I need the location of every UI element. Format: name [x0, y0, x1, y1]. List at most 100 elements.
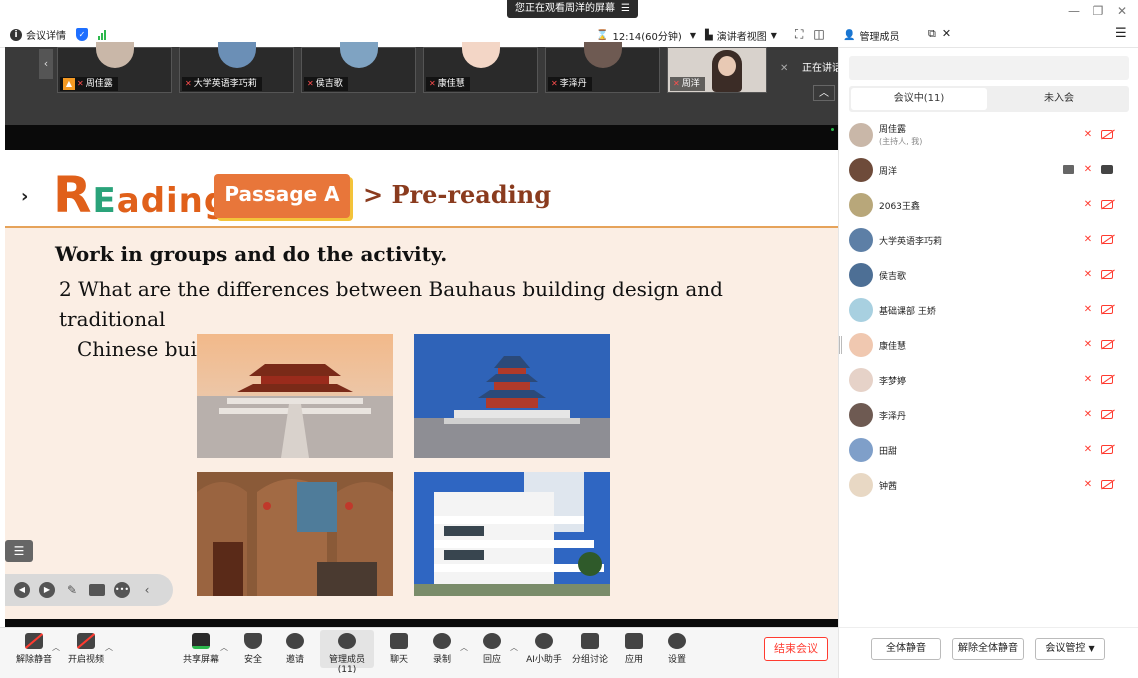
record-button[interactable]: 录制 [420, 633, 464, 665]
restore-icon[interactable]: ❐ [1088, 2, 1108, 20]
avatar [849, 158, 873, 182]
video-on-icon[interactable] [1101, 165, 1113, 174]
signal-icon[interactable] [98, 29, 106, 40]
participant-row[interactable]: 侯吉歌 ✕ [839, 258, 1138, 293]
mic-muted-icon[interactable]: ✕ [1083, 409, 1093, 421]
video-off-icon[interactable] [1101, 130, 1113, 139]
menu-icon[interactable]: ☰ [621, 0, 630, 18]
meeting-info-button[interactable]: i 会议详情 [10, 27, 66, 42]
participant-name: 大学英语李巧莉 [879, 237, 943, 247]
mic-muted-icon[interactable]: ✕ [1083, 444, 1093, 456]
mic-muted-icon[interactable]: ✕ [1083, 164, 1093, 176]
end-meeting-button[interactable]: 结束会议 [764, 637, 828, 661]
previous-page-icon[interactable]: ◀ [14, 582, 30, 598]
meeting-timer[interactable]: ⌛ 12:14(60分钟) ▼ [596, 28, 696, 43]
chevron-down-icon: ▼ [689, 31, 696, 40]
mic-muted-icon[interactable]: ✕ [1083, 129, 1093, 141]
participant-row[interactable]: 李泽丹 ✕ [839, 398, 1138, 433]
more-icon[interactable]: ••• [114, 582, 130, 598]
avatar [462, 42, 500, 68]
video-off-icon[interactable] [1101, 305, 1113, 314]
mic-muted-icon[interactable]: ✕ [1083, 234, 1093, 246]
video-off-icon[interactable] [1101, 410, 1113, 419]
participant-row[interactable]: 2063王鑫 ✕ [839, 188, 1138, 223]
video-tile[interactable]: ▲ ✕ 周佳露 [57, 42, 172, 93]
sidebar-toggle-icon[interactable]: ◫ [813, 27, 824, 42]
video-tile-label: ✕ 李泽丹 [548, 77, 592, 91]
chevron-up-icon[interactable]: ︿ [813, 85, 835, 101]
chat-button[interactable]: 聊天 [377, 633, 421, 665]
security-button[interactable]: 安全 [231, 633, 275, 665]
participant-row[interactable]: 钟茜 ✕ [839, 468, 1138, 503]
participant-row[interactable]: 周洋 ✕ [839, 153, 1138, 188]
pen-icon[interactable]: ✎ [64, 582, 80, 598]
popout-icon[interactable]: ⧉ [928, 27, 936, 41]
chevron-up-icon[interactable]: ︿ [220, 642, 228, 653]
apps-button[interactable]: 应用 [612, 633, 656, 665]
mic-muted-icon[interactable]: ✕ [1083, 339, 1093, 351]
chevron-up-icon[interactable]: ︿ [52, 642, 60, 653]
video-tile[interactable]: ✕ 李泽丹 [545, 42, 660, 93]
video-tile-active[interactable]: ✕ 周洋 [667, 47, 767, 93]
video-tile[interactable]: ✕ 大学英语李巧莉 [179, 42, 294, 93]
invite-button[interactable]: 邀请 [273, 633, 317, 665]
reading-e: E [92, 181, 117, 221]
tab-not-joined[interactable]: 未入会 [991, 88, 1127, 110]
hamburger-menu-icon[interactable]: ☰ [1115, 26, 1127, 41]
collapse-left-icon[interactable]: ‹ [139, 582, 155, 598]
unmute-button[interactable]: 解除静音 [12, 633, 56, 665]
camera-icon[interactable] [89, 584, 105, 596]
close-icon[interactable]: ✕ [1112, 2, 1132, 20]
view-mode-dropdown[interactable]: ▙ 演讲者视图 ▼ [705, 28, 777, 43]
tab-in-meeting[interactable]: 会议中(11) [851, 88, 987, 110]
mic-muted-icon[interactable]: ✕ [1083, 199, 1093, 211]
slide-list-icon[interactable]: ☰ [5, 540, 33, 562]
video-off-icon[interactable] [1101, 235, 1113, 244]
participant-row[interactable]: 大学英语李巧莉 ✕ [839, 223, 1138, 258]
share-top-band [5, 125, 838, 150]
meeting-control-dropdown[interactable]: 会议管控 ▼ [1035, 638, 1105, 660]
video-off-icon[interactable] [1101, 200, 1113, 209]
panel-close-icon[interactable]: ✕ [942, 27, 951, 41]
video-off-icon[interactable] [1101, 445, 1113, 454]
manage-members-button[interactable]: 管理成员(11) [320, 630, 374, 675]
fullscreen-icon[interactable]: ⛶ [795, 27, 803, 42]
mic-muted-icon[interactable]: ✕ [1083, 479, 1093, 491]
share-screen-button[interactable]: 共享屏幕 [179, 633, 223, 665]
mic-muted-icon[interactable]: ✕ [1083, 374, 1093, 386]
participant-row[interactable]: 基础课部 王娇 ✕ [839, 293, 1138, 328]
minimize-icon[interactable]: — [1064, 2, 1084, 20]
participant-row[interactable]: 李梦婷 ✕ [839, 363, 1138, 398]
video-tile[interactable]: ✕ 康佳慧 [423, 42, 538, 93]
chevron-up-icon[interactable]: ︿ [510, 642, 518, 653]
next-page-icon[interactable]: ▶ [39, 582, 55, 598]
video-off-icon[interactable] [1101, 375, 1113, 384]
mute-all-button[interactable]: 全体静音 [871, 638, 941, 660]
avatar [849, 298, 873, 322]
video-off-icon[interactable] [1101, 340, 1113, 349]
ai-assistant-button[interactable]: AI小助手 [522, 633, 566, 665]
resize-handle[interactable] [839, 336, 842, 354]
participant-row[interactable]: 田甜 ✕ [839, 433, 1138, 468]
participant-row[interactable]: 康佳慧 ✕ [839, 328, 1138, 363]
mic-muted-icon: ✕ [429, 79, 436, 88]
chevron-up-icon[interactable]: ︿ [460, 642, 468, 653]
video-off-icon[interactable] [1101, 270, 1113, 279]
breakout-button[interactable]: 分组讨论 [568, 633, 612, 665]
start-video-button[interactable]: 开启视频 [64, 633, 108, 665]
unmute-all-button[interactable]: 解除全体静音 [952, 638, 1024, 660]
layout-icon: ▙ [705, 30, 713, 41]
reaction-button[interactable]: 回应 [470, 633, 514, 665]
video-tile[interactable]: ✕ 侯吉歌 [301, 42, 416, 93]
mic-muted-icon[interactable]: ✕ [1083, 304, 1093, 316]
chevron-up-icon[interactable]: ︿ [105, 642, 113, 653]
member-search-input[interactable] [849, 56, 1129, 80]
settings-button[interactable]: 设置 [655, 633, 699, 665]
ai-assistant-icon [535, 633, 553, 649]
video-off-icon[interactable] [1101, 480, 1113, 489]
mic-muted-icon[interactable]: ✕ [1083, 269, 1093, 281]
screen-share-banner[interactable]: 您正在观看周洋的屏幕 ☰ [507, 0, 638, 18]
shield-icon[interactable]: ✓ [76, 28, 88, 41]
chevron-left-icon[interactable]: ‹ [39, 49, 53, 79]
participant-row[interactable]: 周佳露 (主持人, 我) ✕ [839, 118, 1138, 153]
